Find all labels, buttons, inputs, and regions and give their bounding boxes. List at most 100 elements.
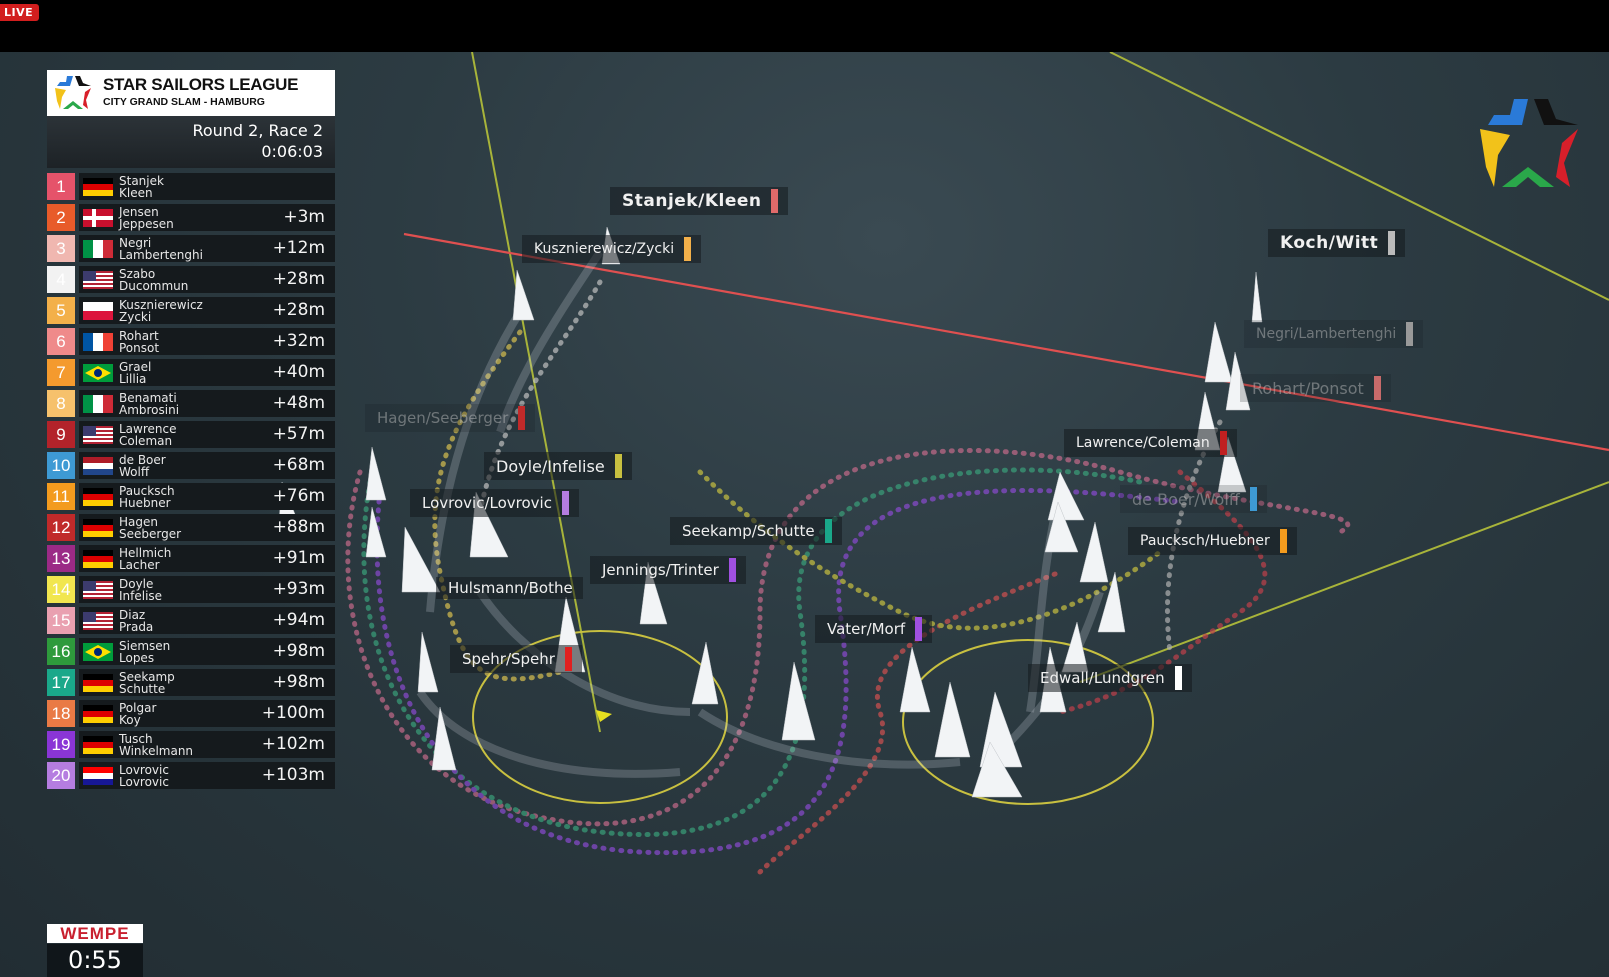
team-names: Stanjek Kleen [119,175,164,199]
skipper-name: Rohart [119,328,159,343]
skipper-name: Paucksch [119,483,175,498]
leaderboard-row: 5 Kusznierewicz Zycki +28m [47,296,335,325]
team-entry: de Boer Wolff +68m [79,452,335,479]
gap-distance: +88m [272,517,325,537]
boat-label: Lawrence/Coleman [1064,429,1237,457]
crew-name: Schutte [119,681,166,696]
team-entry: Lawrence Coleman +57m [79,421,335,448]
skipper-name: Polgar [119,700,157,715]
skipper-name: Kusznierewicz [119,297,203,312]
skipper-name: Diaz [119,607,146,622]
flag-icon [83,766,113,785]
boat-label: Vater/Morf [815,615,933,643]
position-badge: 19 [47,731,75,758]
crew-name: Ponsot [119,340,160,355]
team-names: Diaz Prada [119,609,153,633]
gap-distance: +12m [272,238,325,258]
leaderboard-row: 18 Polgar Koy +100m [47,699,335,728]
position-badge: 16 [47,638,75,665]
team-names: Benamati Ambrosini [119,392,179,416]
crew-name: Wolff [119,464,150,479]
boat-label: Lovrovic/Lovrovic [410,489,579,517]
flag-icon [83,332,113,351]
skipper-name: Negri [119,235,152,250]
boat-color-tab [728,558,736,582]
team-names: de Boer Wolff [119,454,166,478]
team-entry: Hagen Seeberger +88m [79,514,335,541]
leaderboard-row: 7 Grael Lillia +40m [47,358,335,387]
league-subtitle: CITY GRAND SLAM - HAMBURG [103,96,265,108]
race-elapsed-time: 0:06:03 [261,142,323,161]
boat-label: Spehr/Spehr [450,645,582,673]
boat-label: Rohart/Ponsot [1240,374,1391,402]
team-names: Doyle Infelise [119,578,162,602]
league-title: STAR SAILORS LEAGUE [103,75,299,94]
team-entry: Negri Lambertenghi +12m [79,235,335,262]
gap-distance: +28m [272,269,325,289]
team-entry: Siemsen Lopes +98m [79,638,335,665]
boat-color-tab [561,491,569,515]
position-badge: 8 [47,390,75,417]
boat-label: Stanjek/Kleen [610,187,789,215]
crew-name: Infelise [119,588,163,603]
leaderboard-row: 19 Tusch Winkelmann +102m [47,730,335,759]
team-names: Hagen Seeberger [119,516,181,540]
gap-distance: +76m [272,486,325,506]
crew-name: Zycki [119,309,152,324]
leaderboard-row: 16 Siemsen Lopes +98m [47,637,335,666]
skipper-name: de Boer [119,452,166,467]
flag-icon [83,177,113,196]
team-names: Lovrovic Lovrovic [119,764,169,788]
leaderboard-rows: 1 Stanjek Kleen 2 Jensen Jeppesen +3m 3 Negri Lam… [47,172,335,790]
boat-label: Hagen/Seeberger [365,404,536,432]
position-badge: 1 [47,173,75,200]
crew-name: Koy [119,712,141,727]
crew-name: Winkelmann [119,743,194,758]
position-badge: 6 [47,328,75,355]
boat-color-tab [1388,231,1396,255]
start-line [403,232,1609,452]
gap-distance: +100m [261,703,325,723]
leaderboard-row: 11 Paucksch Huebner +76m [47,482,335,511]
position-badge: 5 [47,297,75,324]
flag-icon [83,363,113,382]
live-badge: LIVE [0,4,40,21]
skipper-name: Doyle [119,576,154,591]
gap-distance: +3m [283,207,325,227]
team-entry: Benamati Ambrosini +48m [79,390,335,417]
boat-color-tab [614,454,622,478]
crew-name: Lopes [119,650,155,665]
race-round: Round 2, Race 2 [192,121,323,140]
crew-name: Huebner [119,495,171,510]
flag-icon [83,394,113,413]
leaderboard-row: 13 Hellmich Lacher +91m [47,544,335,573]
leaderboard-row: 9 Lawrence Coleman +57m [47,420,335,449]
boat-label: Edwall/Lundgren [1028,664,1192,692]
leaderboard-row: 4 Szabo Ducommun +28m [47,265,335,294]
team-names: Negri Lambertenghi [119,237,203,261]
boat-color-tab [1279,529,1287,553]
flag-icon [83,642,113,661]
crew-name: Lambertenghi [119,247,203,262]
skipper-name: Jensen [119,204,159,219]
position-badge: 13 [47,545,75,572]
flag-icon [83,704,113,723]
gap-distance: +94m [272,610,325,630]
flag-icon [83,425,113,444]
team-entry: Polgar Koy +100m [79,700,335,727]
boat-color-tab [771,189,779,213]
crew-name: Kleen [119,185,153,200]
team-entry: Diaz Prada +94m [79,607,335,634]
crew-name: Ducommun [119,278,189,293]
team-entry: Lovrovic Lovrovic +103m [79,762,335,789]
team-names: Tusch Winkelmann [119,733,193,757]
gap-distance: +48m [272,393,325,413]
boat-label: Negri/Lambertenghi [1244,320,1424,348]
flag-icon [83,239,113,258]
gap-distance: +103m [261,765,325,785]
leaderboard-row: 3 Negri Lambertenghi +12m [47,234,335,263]
flag-icon [83,673,113,692]
position-badge: 11 [47,483,75,510]
team-names: Lawrence Coleman [119,423,177,447]
crew-name: Lillia [119,371,147,386]
